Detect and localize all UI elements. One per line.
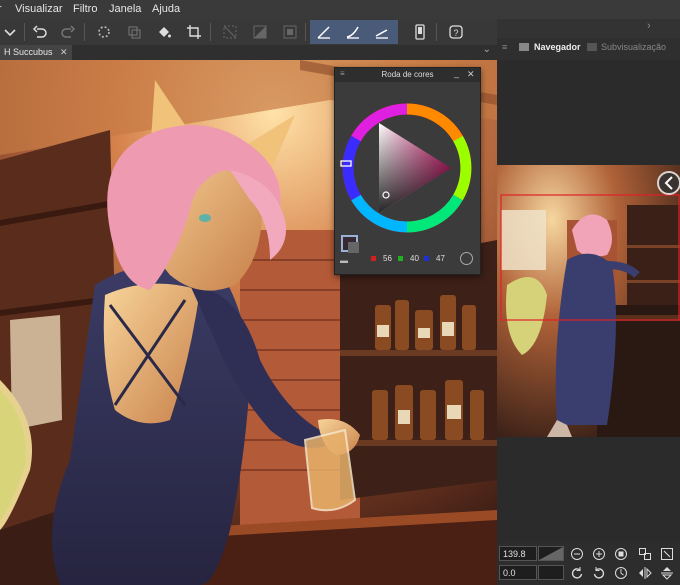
zoom-field[interactable]: 139.8: [499, 546, 537, 561]
hue-ring[interactable]: [339, 98, 477, 243]
minimize-icon[interactable]: _: [454, 68, 459, 78]
panel-menu-icon[interactable]: ≡: [340, 69, 345, 78]
r-channel-marker: [371, 256, 376, 261]
navigator-tab-bar: ≡ Navegador Subvisualização: [497, 38, 680, 60]
select-all-icon[interactable]: [280, 22, 300, 42]
navigator-thumbnail: [497, 165, 680, 437]
menu-filtro[interactable]: Filtro: [73, 3, 97, 15]
document-tab[interactable]: H Succubus ✕: [0, 45, 72, 60]
panel-expand-icon[interactable]: ›: [647, 20, 651, 32]
loading-spinner-icon[interactable]: [94, 22, 114, 42]
tab-navigator[interactable]: Navegador: [534, 42, 581, 52]
undo-icon[interactable]: [30, 22, 50, 42]
g-value: 40: [410, 254, 419, 263]
fill-bucket-icon[interactable]: [154, 22, 174, 42]
document-tab-label: H Succubus: [4, 47, 53, 57]
toolbar-divider: [24, 23, 25, 41]
zoom-in-icon[interactable]: [592, 547, 606, 561]
color-wheel-panel: Roda de cores ≡ _ ✕ ▬ 56 40 47: [334, 67, 481, 275]
clear-selection-icon[interactable]: [220, 22, 240, 42]
menu-visualizar[interactable]: Visualizar: [15, 3, 63, 15]
toolbar-divider: [84, 23, 85, 41]
tab-list-chevron-icon[interactable]: ⌄: [483, 44, 491, 55]
copy-icon[interactable]: [124, 22, 144, 42]
crop-icon[interactable]: [184, 22, 204, 42]
panel-menu-icon[interactable]: ≡: [502, 42, 507, 52]
redo-icon[interactable]: [58, 22, 78, 42]
sub-color-swatch[interactable]: [348, 242, 359, 253]
pen-flat-icon[interactable]: [372, 22, 392, 42]
zoom-slider[interactable]: [538, 546, 564, 561]
invert-selection-icon[interactable]: [250, 22, 270, 42]
menu-partial[interactable]: r: [0, 3, 2, 15]
toolbar-divider: [210, 23, 211, 41]
flip-horizontal-icon[interactable]: [638, 566, 652, 580]
rotation-slider[interactable]: [538, 565, 564, 580]
close-tab-icon[interactable]: ✕: [60, 47, 68, 57]
toolbar-divider: [305, 23, 306, 41]
b-value: 47: [436, 254, 445, 263]
rotate-right-icon[interactable]: [592, 566, 606, 580]
actual-size-icon[interactable]: [614, 547, 628, 561]
subview-icon: [587, 43, 597, 51]
rotate-left-icon[interactable]: [570, 566, 584, 580]
menu-janela[interactable]: Janela: [109, 3, 141, 15]
flip-vertical-icon[interactable]: [660, 566, 674, 580]
transparent-color-icon[interactable]: ▬: [340, 256, 348, 265]
document-tab-bar: ⌄: [0, 44, 497, 60]
pen-smooth-icon[interactable]: [343, 22, 363, 42]
r-value: 56: [383, 254, 392, 263]
zoom-out-icon[interactable]: [570, 547, 584, 561]
tablet-mode-icon[interactable]: [410, 22, 430, 42]
navigator-icon: [519, 43, 529, 51]
menu-ajuda[interactable]: Ajuda: [152, 3, 180, 15]
tab-subview[interactable]: Subvisualização: [601, 42, 666, 52]
reset-rotation-icon[interactable]: [614, 566, 628, 580]
dropdown-chevron-icon[interactable]: [0, 22, 20, 42]
help-icon[interactable]: ?: [446, 22, 466, 42]
menu-bar: r Visualizar Filtro Janela Ajuda: [0, 0, 680, 19]
fit-navigator-icon[interactable]: [660, 547, 674, 561]
svg-text:?: ?: [453, 28, 458, 38]
g-channel-marker: [398, 256, 403, 261]
command-toolbar: ?: [0, 19, 497, 45]
rotation-field[interactable]: 0.0: [499, 565, 537, 580]
color-settings-icon[interactable]: [460, 252, 473, 265]
navigator-controls: 139.8 0.0: [497, 543, 680, 585]
b-channel-marker: [424, 256, 429, 261]
toolbar-divider: [436, 23, 437, 41]
pen-pressure-icon[interactable]: [314, 22, 334, 42]
navigator-preview[interactable]: [497, 165, 680, 437]
close-icon[interactable]: ✕: [467, 69, 475, 80]
fit-window-icon[interactable]: [638, 547, 652, 561]
